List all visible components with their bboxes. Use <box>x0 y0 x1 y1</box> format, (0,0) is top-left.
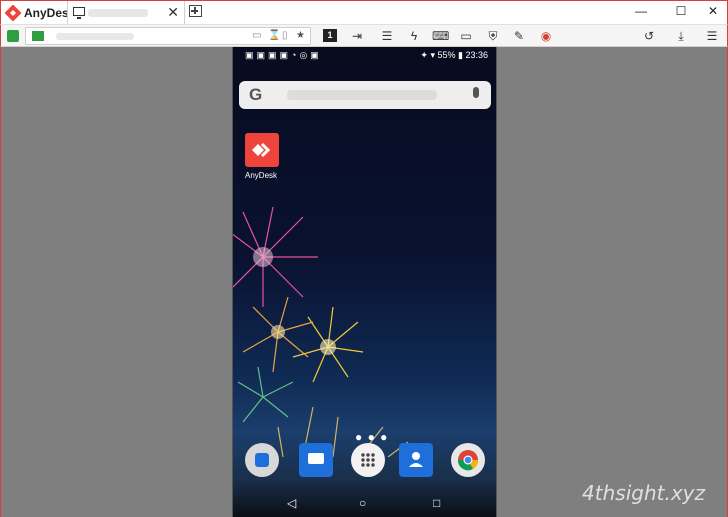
phone-app-icon[interactable] <box>245 443 279 477</box>
download-icon[interactable]: ⤓ <box>673 28 689 44</box>
recents-button[interactable]: □ <box>433 496 440 510</box>
clock: 23:36 <box>465 50 488 60</box>
toolbar: ▭ ⌛ ▯ ★ 1 ⇥ ☰ ϟ ⌨ ▭ ⛨ ✎ ◉ ↺ ⤓ ☰ <box>0 24 728 47</box>
file-transfer-icon[interactable]: ⇥ <box>349 28 365 44</box>
chrome-icon <box>457 450 479 471</box>
keyboard-icon[interactable]: ⌨ <box>432 28 449 44</box>
display-icon[interactable]: ▭ <box>458 28 474 44</box>
google-search-bar[interactable]: G <box>239 81 491 109</box>
anydesk-app-icon[interactable] <box>245 133 279 167</box>
wifi-icon: ✦ ▾ <box>420 50 438 60</box>
chat-icon[interactable]: ☰ <box>379 28 395 44</box>
connection-status-icon <box>7 30 19 42</box>
app-dock <box>233 443 496 483</box>
google-logo: G <box>249 85 263 104</box>
history-icon[interactable]: ↺ <box>641 28 657 44</box>
notification-icons: ▣▣▣▣◔◎▣ <box>245 50 322 60</box>
lock-icon[interactable]: ▯ <box>282 30 288 41</box>
messages-app-icon[interactable] <box>299 443 333 477</box>
address-redacted <box>56 33 134 40</box>
app-drawer-icon <box>361 453 375 467</box>
anydesk-logo-icon <box>5 5 21 21</box>
app-drawer-button[interactable] <box>351 443 385 477</box>
menu-icon[interactable]: ☰ <box>704 28 720 44</box>
tab-title-redacted <box>88 9 148 17</box>
tab-close-icon[interactable]: ✕ <box>167 4 179 21</box>
mic-icon[interactable] <box>473 87 479 98</box>
permissions-icon[interactable]: ⛨ <box>485 28 501 44</box>
remote-desk-icon <box>32 31 44 41</box>
search-field[interactable] <box>287 90 437 100</box>
contacts-icon <box>409 452 423 467</box>
hourglass-icon[interactable]: ⌛ <box>268 30 280 41</box>
session-tab[interactable]: ✕ <box>67 1 185 25</box>
anydesk-diamond-icon <box>252 142 271 158</box>
remote-phone-screen[interactable]: ▣▣▣▣◔◎▣ ✦ ▾ 55% ▮ 23:36 G AnyDesk ● ● ● … <box>232 47 497 517</box>
minimize-button[interactable]: — <box>631 4 651 20</box>
remote-control-icon[interactable]: ▭ <box>252 30 261 41</box>
home-button[interactable]: ○ <box>359 496 366 510</box>
actions-icon[interactable]: ϟ <box>406 28 422 44</box>
record-icon[interactable]: ◉ <box>538 28 554 44</box>
remote-viewport[interactable]: ▣▣▣▣◔◎▣ ✦ ▾ 55% ▮ 23:36 G AnyDesk ● ● ● … <box>0 47 728 517</box>
monitor-icon <box>73 7 85 19</box>
favorite-star-icon[interactable]: ★ <box>296 30 305 41</box>
android-nav-bar: ◁ ○ □ <box>233 493 496 517</box>
address-bar[interactable]: ▭ ⌛ ▯ ★ <box>25 27 311 45</box>
title-bar: AnyDesk ✕ — ☐ ✕ <box>0 0 728 25</box>
android-status-bar: ▣▣▣▣◔◎▣ ✦ ▾ 55% ▮ 23:36 <box>233 47 496 65</box>
chrome-app-icon[interactable] <box>451 443 485 477</box>
whiteboard-icon[interactable]: ✎ <box>511 28 527 44</box>
watermark: 4thsight.xyz <box>582 481 705 505</box>
contacts-app-icon[interactable] <box>399 443 433 477</box>
phone-icon <box>255 453 269 467</box>
battery-percent: 55% <box>437 50 456 60</box>
back-button[interactable]: ◁ <box>287 496 296 510</box>
anydesk-app-label: AnyDesk <box>245 171 278 180</box>
page-indicator: ● ● ● <box>355 430 389 444</box>
fireworks-wallpaper <box>233 206 409 457</box>
new-tab-icon[interactable] <box>189 5 202 17</box>
message-icon <box>308 453 324 464</box>
maximize-button[interactable]: ☐ <box>671 4 691 20</box>
display-number-button[interactable]: 1 <box>323 29 337 42</box>
close-button[interactable]: ✕ <box>703 4 723 20</box>
